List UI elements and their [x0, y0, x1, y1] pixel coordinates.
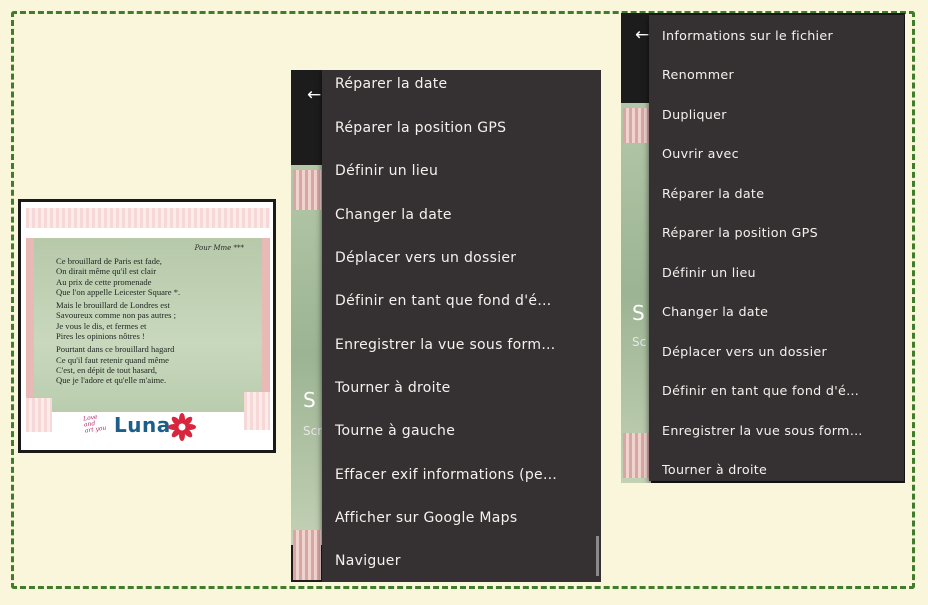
menu-item-rotate-left[interactable]: Tourne à gauche [322, 410, 601, 453]
poem-stanza: Pourtant dans ce brouillard hagard Ce qu… [56, 344, 256, 385]
menu-item-label: Changer la date [662, 304, 769, 319]
background-title-fragment: S [303, 388, 316, 412]
poem-footer: Love and art you Luna [26, 392, 270, 446]
menu-item-move-to-folder[interactable]: Déplacer vers un dossier [322, 237, 601, 280]
poem-line: Ce qu'il faut retenir quand même [56, 354, 169, 365]
menu-item-label: Naviguer [335, 553, 401, 569]
poem-line: Pourtant dans ce brouillard hagard [56, 344, 175, 355]
menu-item-open-with[interactable]: Ouvrir avec [649, 134, 904, 173]
background-photo [291, 165, 323, 545]
menu-item-label: Ouvrir avec [662, 146, 739, 161]
menu-item-label: Définir en tant que fond d'é… [662, 383, 860, 398]
decorative-band-top [26, 208, 270, 228]
menu-item-change-date[interactable]: Changer la date [322, 194, 601, 237]
poem-stanza: Ce brouillard de Paris est fade, On dira… [56, 256, 256, 297]
signature: Love and art you [82, 413, 107, 435]
menu-item-label: Changer la date [335, 207, 452, 223]
menu-item-fix-date[interactable]: Réparer la date [649, 174, 904, 213]
overflow-menu: Réparer la date Réparer la position GPS … [322, 70, 601, 582]
menu-item-fix-gps[interactable]: Réparer la position GPS [649, 213, 904, 252]
poem-line: Savoureux comme non pas autres ; [56, 310, 177, 321]
menu-item-label: Déplacer vers un dossier [335, 250, 517, 266]
menu-item-label: Déplacer vers un dossier [662, 344, 828, 359]
poem-text: Ce brouillard de Paris est fade, On dira… [56, 256, 256, 389]
menu-item-label: Définir un lieu [662, 265, 756, 280]
menu-item-label: Réparer la position GPS [335, 120, 507, 136]
poem-line: On dirait même qu'il est clair [56, 266, 157, 277]
menu-item-label: Réparer la date [335, 76, 448, 92]
menu-item-label: Tourner à droite [335, 380, 451, 396]
menu-item-label: Afficher sur Google Maps [335, 510, 518, 526]
menu-item-rotate-right[interactable]: Tourner à droite [649, 450, 904, 483]
menu-item-label: Tourne à gauche [335, 423, 456, 439]
background-title-fragment: S [632, 301, 645, 325]
phone-screenshot-right: S Sc ← Informations sur le fichier Renom… [621, 13, 905, 483]
menu-item-rotate-right[interactable]: Tourner à droite [322, 367, 601, 410]
menu-item-label: Tourner à droite [662, 462, 768, 477]
menu-item-label: Effacer exif informations (pe… [335, 467, 558, 483]
menu-item-label: Définir en tant que fond d'é… [335, 293, 552, 309]
menu-item-set-as-wallpaper[interactable]: Définir en tant que fond d'é… [322, 280, 601, 323]
menu-item-label: Définir un lieu [335, 163, 439, 179]
menu-item-fix-date[interactable]: Réparer la date [322, 70, 601, 106]
overflow-menu: Informations sur le fichier Renommer Dup… [649, 15, 904, 481]
menu-item-fix-gps[interactable]: Réparer la position GPS [322, 107, 601, 150]
menu-item-label: Enregistrer la vue sous form… [335, 337, 556, 353]
background-caption-fragment: Scr [303, 424, 323, 438]
menu-item-navigate[interactable]: Naviguer [322, 540, 601, 582]
menu-item-duplicate[interactable]: Dupliquer [649, 95, 904, 134]
background-caption-fragment: Sc [632, 335, 647, 349]
background-photo-detail [293, 530, 321, 580]
menu-item-label: Enregistrer la vue sous form… [662, 423, 863, 438]
background-photo-detail [623, 108, 649, 143]
menu-item-save-view[interactable]: Enregistrer la vue sous form… [322, 324, 601, 367]
phone-screenshot-left: S Scr ← Réparer la date Réparer la posit… [291, 70, 601, 582]
brand-logo-text: Luna [114, 413, 171, 437]
poem-line: Mais le brouillard de Londres est [56, 300, 170, 311]
menu-item-clear-exif[interactable]: Effacer exif informations (pe… [322, 454, 601, 497]
flower-icon [168, 413, 196, 441]
menu-item-label: Renommer [662, 67, 734, 82]
poem-line: Ce brouillard de Paris est fade, [56, 256, 162, 266]
menu-item-set-location[interactable]: Définir un lieu [322, 150, 601, 193]
menu-item-label: Réparer la position GPS [662, 225, 818, 240]
menu-item-show-on-maps[interactable]: Afficher sur Google Maps [322, 497, 601, 540]
menu-item-label: Dupliquer [662, 107, 727, 122]
background-photo [621, 103, 651, 483]
poem-image-card: Pour Mme *** Ce brouillard de Paris est … [18, 199, 276, 453]
poem-stanza: Mais le brouillard de Londres est Savour… [56, 300, 256, 341]
background-photo-detail [623, 433, 649, 478]
decorative-corner [26, 398, 52, 432]
menu-item-rename[interactable]: Renommer [649, 55, 904, 94]
back-arrow-icon[interactable]: ← [635, 27, 649, 44]
poem-line: Pires les opinions nôtres ! [56, 331, 145, 342]
menu-scrollbar[interactable] [596, 536, 599, 576]
background-photo-detail [293, 170, 321, 210]
poem-line: Au prix de cette promenade [56, 276, 152, 287]
menu-item-set-location[interactable]: Définir un lieu [649, 253, 904, 292]
poem-line: C'est, en dépit de tout hasard, [56, 364, 158, 375]
decorative-corner [244, 392, 270, 430]
back-arrow-icon[interactable]: ← [307, 87, 321, 104]
poem-line: Que je l'adore et qu'elle m'aime. [56, 375, 167, 386]
poem-line: Que l'on appelle Leicester Square *. [56, 286, 181, 297]
menu-item-move-to-folder[interactable]: Déplacer vers un dossier [649, 332, 904, 371]
menu-item-set-as-wallpaper[interactable]: Définir en tant que fond d'é… [649, 371, 904, 410]
menu-item-change-date[interactable]: Changer la date [649, 292, 904, 331]
menu-item-save-view[interactable]: Enregistrer la vue sous form… [649, 411, 904, 450]
menu-item-label: Réparer la date [662, 186, 765, 201]
menu-item-label: Informations sur le fichier [662, 28, 834, 43]
poem-page: Pour Mme *** Ce brouillard de Paris est … [26, 238, 270, 412]
menu-item-file-info[interactable]: Informations sur le fichier [649, 16, 904, 55]
poem-line: Je vous le dis, et fermes et [56, 320, 147, 331]
poem-dedication: Pour Mme *** [194, 244, 244, 252]
